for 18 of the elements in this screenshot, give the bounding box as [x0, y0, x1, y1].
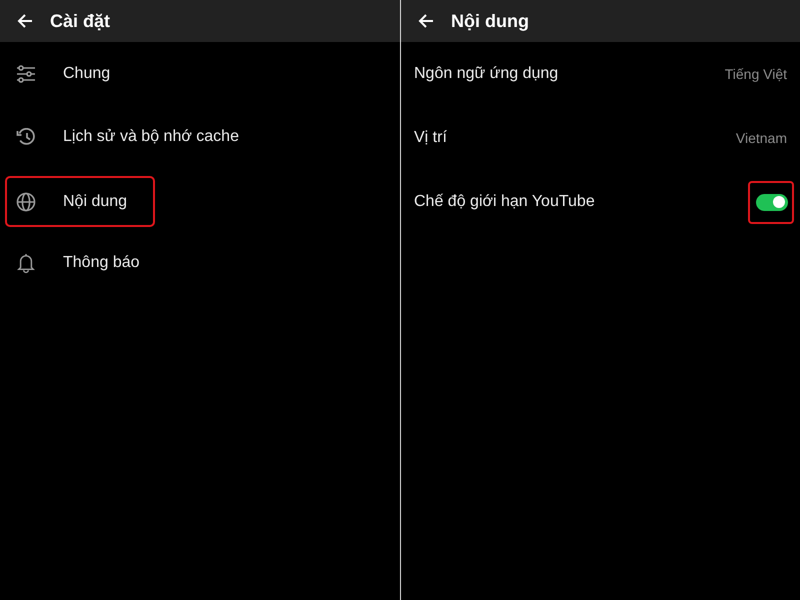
- screen-title: Nội dung: [451, 10, 529, 32]
- history-icon: [16, 128, 36, 146]
- setting-label: Chế độ giới hạn YouTube: [414, 193, 595, 211]
- setting-value[interactable]: Tiếng Việt: [724, 66, 787, 82]
- menu-item[interactable]: Nội dung: [16, 192, 128, 212]
- toggle-switch[interactable]: [756, 194, 788, 210]
- menu-item[interactable]: Lịch sử và bộ nhớ cache: [16, 128, 239, 146]
- setting-label: Ngôn ngữ ứng dụng: [414, 65, 558, 83]
- back-icon[interactable]: [418, 13, 434, 29]
- screen-title: Cài đặt: [50, 10, 110, 32]
- globe-icon: [16, 192, 36, 212]
- menu-item[interactable]: Thông báo: [16, 252, 140, 274]
- setting-value[interactable]: Vietnam: [736, 130, 787, 146]
- back-icon[interactable]: [17, 13, 33, 29]
- menu-item[interactable]: Chung: [16, 64, 110, 82]
- bell-icon: [17, 252, 35, 274]
- sliders-icon: [16, 64, 36, 82]
- setting-label: Vị trí: [414, 129, 447, 147]
